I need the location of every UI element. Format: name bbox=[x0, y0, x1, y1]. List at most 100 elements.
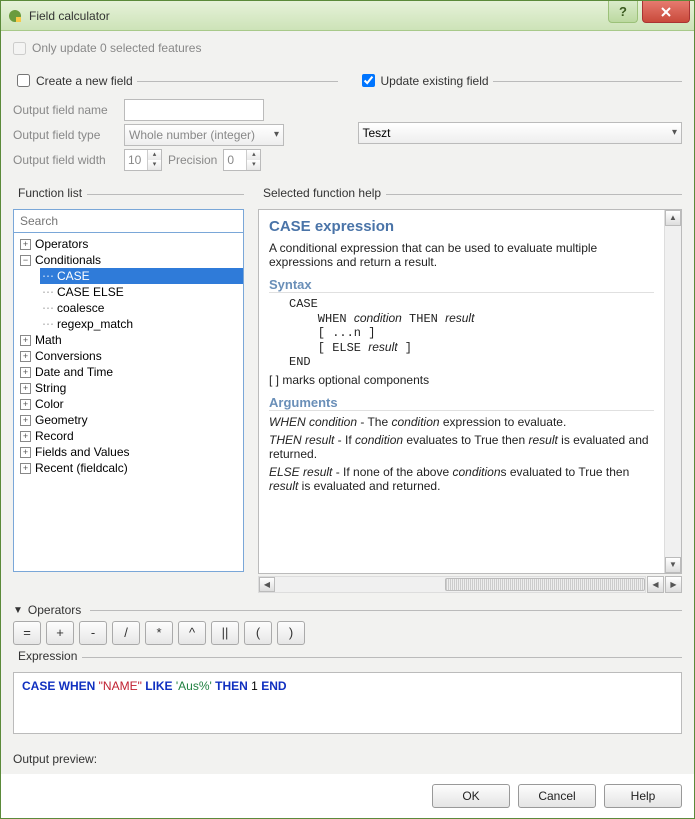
search-input[interactable] bbox=[13, 209, 244, 233]
help-args-heading: Arguments bbox=[269, 395, 654, 411]
tree-item-case[interactable]: ⋯CASE bbox=[40, 268, 243, 284]
plus-icon[interactable]: + bbox=[20, 335, 31, 346]
output-name-label: Output field name bbox=[13, 103, 118, 117]
update-existing-field-check-input[interactable] bbox=[362, 74, 375, 87]
expr-num: 1 bbox=[251, 679, 258, 693]
expr-literal: 'Aus%' bbox=[176, 679, 212, 693]
create-new-field-checkbox[interactable]: Create a new field bbox=[17, 74, 133, 88]
operator-char-button[interactable]: ) bbox=[277, 621, 305, 645]
plus-icon[interactable]: + bbox=[20, 351, 31, 362]
expr-kw: END bbox=[258, 679, 287, 693]
tree-item-record[interactable]: +Record bbox=[18, 428, 243, 444]
output-type-value: Whole number (integer) bbox=[129, 128, 255, 142]
operator-char-button[interactable]: * bbox=[145, 621, 173, 645]
create-new-field-check-input[interactable] bbox=[17, 74, 30, 87]
operators-toggle[interactable]: ▼ Operators bbox=[13, 603, 682, 617]
expression-editor[interactable]: CASE WHEN "NAME" LIKE 'Aus%' THEN 1 END bbox=[13, 672, 682, 734]
existing-field-value: Teszt bbox=[363, 126, 391, 140]
precision-spin[interactable]: 0 ▴▾ bbox=[223, 149, 261, 171]
scroll-left-icon[interactable]: ◀ bbox=[647, 576, 664, 593]
field-calculator-window: Field calculator ? Only update 0 selecte… bbox=[0, 0, 695, 819]
tree-item-conversions[interactable]: +Conversions bbox=[18, 348, 243, 364]
operator-char-button[interactable]: = bbox=[13, 621, 41, 645]
output-type-label: Output field type bbox=[13, 128, 118, 142]
cancel-button[interactable]: Cancel bbox=[518, 784, 596, 808]
tree-item-recent-fieldcalc-[interactable]: +Recent (fieldcalc) bbox=[18, 460, 243, 476]
ok-button[interactable]: OK bbox=[432, 784, 510, 808]
tree-item-operators[interactable]: +Operators bbox=[18, 236, 243, 252]
dialog-footer: OK Cancel Help bbox=[1, 774, 694, 818]
tree-leaf-icon: ⋯ bbox=[42, 301, 53, 315]
titlebar[interactable]: Field calculator ? bbox=[1, 1, 694, 31]
expr-field: "NAME" bbox=[99, 679, 142, 693]
expr-kw: CASE WHEN bbox=[22, 679, 99, 693]
operator-char-button[interactable]: ( bbox=[244, 621, 272, 645]
function-tree[interactable]: +Operators−Conditionals⋯CASE⋯CASE ELSE⋯c… bbox=[13, 232, 244, 572]
only-update-checkbox[interactable]: Only update 0 selected features bbox=[13, 41, 201, 55]
operator-char-button[interactable]: + bbox=[46, 621, 74, 645]
tree-item-regexp-match[interactable]: ⋯regexp_match bbox=[40, 316, 243, 332]
scroll-left-icon[interactable]: ◀ bbox=[259, 577, 275, 592]
help-horizontal-scrollbar[interactable]: ◀ bbox=[258, 576, 646, 593]
expr-kw: LIKE bbox=[142, 679, 176, 693]
spin-up-icon[interactable]: ▴ bbox=[247, 150, 260, 160]
tree-item-coalesce[interactable]: ⋯coalesce bbox=[40, 300, 243, 316]
plus-icon[interactable]: + bbox=[20, 463, 31, 474]
update-existing-field-checkbox[interactable]: Update existing field bbox=[362, 74, 489, 88]
only-update-check-input[interactable] bbox=[13, 42, 26, 55]
scroll-down-icon[interactable]: ▼ bbox=[665, 557, 681, 573]
operators-label: Operators bbox=[28, 603, 81, 617]
titlebar-help-button[interactable]: ? bbox=[608, 1, 638, 23]
help-title: CASE expression bbox=[269, 218, 654, 235]
help-intro: A conditional expression that can be use… bbox=[269, 241, 654, 269]
tree-item-date-and-time[interactable]: +Date and Time bbox=[18, 364, 243, 380]
help-marks: [ ] marks optional components bbox=[269, 373, 654, 387]
plus-icon[interactable]: + bbox=[20, 399, 31, 410]
plus-icon[interactable]: + bbox=[20, 447, 31, 458]
output-type-combo[interactable]: Whole number (integer) ▾ bbox=[124, 124, 284, 146]
operator-charchar-button[interactable]: || bbox=[211, 621, 239, 645]
plus-icon[interactable]: + bbox=[20, 431, 31, 442]
function-list-label: Function list bbox=[13, 186, 87, 200]
plus-icon[interactable]: + bbox=[20, 367, 31, 378]
precision-label: Precision bbox=[168, 153, 217, 167]
plus-icon[interactable]: + bbox=[20, 239, 31, 250]
existing-field-combo[interactable]: Teszt ▾ bbox=[358, 122, 683, 144]
minus-icon[interactable]: − bbox=[20, 255, 31, 266]
help-button[interactable]: Help bbox=[604, 784, 682, 808]
plus-icon[interactable]: + bbox=[20, 383, 31, 394]
tree-item-color[interactable]: +Color bbox=[18, 396, 243, 412]
operator-char-button[interactable]: - bbox=[79, 621, 107, 645]
create-new-field-group: Create a new field Output field name Out… bbox=[13, 74, 338, 175]
output-width-spin[interactable]: 10 ▴▾ bbox=[124, 149, 162, 171]
create-new-field-label: Create a new field bbox=[36, 74, 133, 88]
tree-item-case-else[interactable]: ⋯CASE ELSE bbox=[40, 284, 243, 300]
tree-item-math[interactable]: +Math bbox=[18, 332, 243, 348]
output-preview-label: Output preview: bbox=[13, 752, 682, 766]
spin-down-icon[interactable]: ▾ bbox=[247, 160, 260, 170]
tree-item-geometry[interactable]: +Geometry bbox=[18, 412, 243, 428]
help-syntax: CASE WHEN condition THEN result [ ...n ]… bbox=[289, 297, 654, 369]
window-title: Field calculator bbox=[29, 9, 110, 23]
update-existing-field-group: Update existing field Teszt ▾ bbox=[358, 74, 683, 145]
output-name-input[interactable] bbox=[124, 99, 264, 121]
chevron-down-icon: ▾ bbox=[274, 129, 279, 140]
update-existing-field-label: Update existing field bbox=[381, 74, 489, 88]
operator-char-button[interactable]: ^ bbox=[178, 621, 206, 645]
tree-leaf-icon: ⋯ bbox=[42, 285, 53, 299]
operator-char-button[interactable]: / bbox=[112, 621, 140, 645]
help-vertical-scrollbar[interactable]: ▲ ▼ bbox=[664, 210, 681, 573]
only-update-label: Only update 0 selected features bbox=[32, 41, 201, 55]
titlebar-close-button[interactable] bbox=[642, 1, 690, 23]
spin-down-icon[interactable]: ▾ bbox=[148, 160, 161, 170]
plus-icon[interactable]: + bbox=[20, 415, 31, 426]
scroll-right-icon[interactable]: ▶ bbox=[665, 576, 682, 593]
tree-item-conditionals[interactable]: −Conditionals bbox=[18, 252, 243, 268]
tree-item-string[interactable]: +String bbox=[18, 380, 243, 396]
spin-up-icon[interactable]: ▴ bbox=[148, 150, 161, 160]
tree-leaf-icon: ⋯ bbox=[42, 317, 53, 331]
help-syntax-heading: Syntax bbox=[269, 277, 654, 293]
scroll-up-icon[interactable]: ▲ bbox=[665, 210, 681, 226]
tree-item-fields-and-values[interactable]: +Fields and Values bbox=[18, 444, 243, 460]
scroll-thumb[interactable] bbox=[445, 578, 645, 591]
